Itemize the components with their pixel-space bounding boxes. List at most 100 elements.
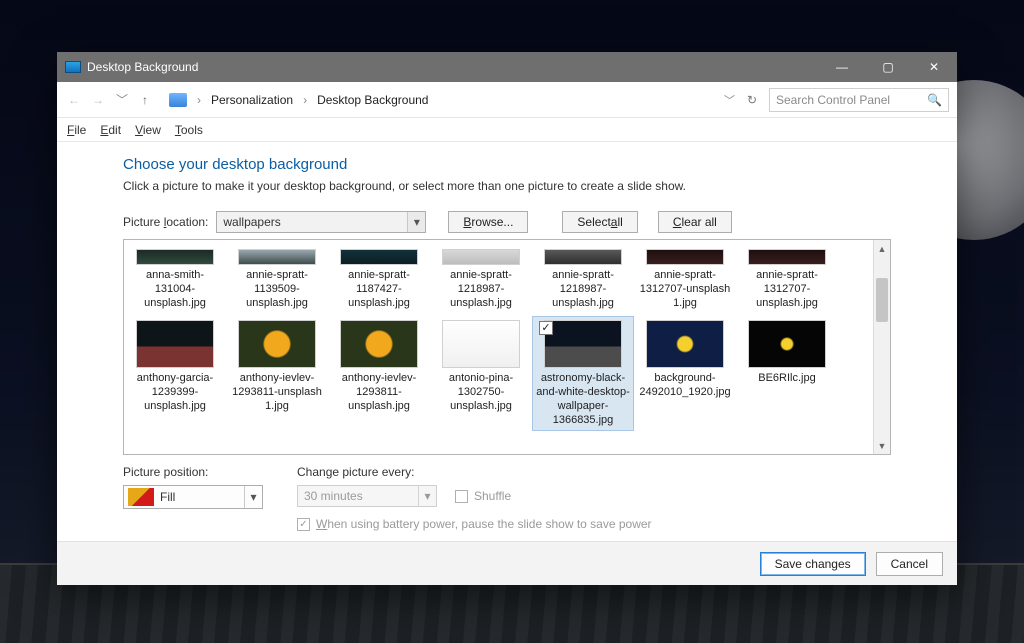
thumbnail-item[interactable]: ✓anthony-ievlev-1293811-unsplash 1.jpg	[227, 317, 327, 430]
cancel-button[interactable]: Cancel	[876, 552, 943, 576]
thumbnail-image	[544, 320, 622, 368]
up-button[interactable]: ↑	[137, 93, 153, 107]
forward-button[interactable]: →	[89, 93, 107, 107]
select-all-button[interactable]: Select all	[562, 211, 637, 233]
change-every-value: 30 minutes	[304, 489, 363, 503]
search-input[interactable]: Search Control Panel 🔍	[769, 88, 949, 112]
thumbnail-caption: annie-spratt-1218987-unsplash.jpg	[434, 269, 528, 310]
app-icon	[65, 61, 81, 73]
picture-location-label: Picture location:	[123, 215, 208, 229]
page-title: Choose your desktop background	[123, 156, 891, 173]
thumbnail-image	[646, 249, 724, 265]
thumbnail-item[interactable]: ✓annie-spratt-1312707-unsplash.jpg	[737, 246, 837, 313]
thumbnail-item[interactable]: ✓background-2492010_1920.jpg	[635, 317, 735, 430]
thumbnail-item[interactable]: ✓antonio-pina-1302750-unsplash.jpg	[431, 317, 531, 430]
menu-edit[interactable]: Edit	[100, 123, 121, 137]
picture-position-value: Fill	[160, 490, 175, 504]
minimize-button[interactable]: —	[819, 52, 865, 82]
thumbnail-item[interactable]: ✓annie-spratt-1139509-unsplash.jpg	[227, 246, 327, 313]
thumbnail-item[interactable]: ✓annie-spratt-1312707-unsplash 1.jpg	[635, 246, 735, 313]
save-changes-button[interactable]: Save changes	[760, 552, 866, 576]
thumbnail-image	[238, 320, 316, 368]
scroll-down[interactable]: ▼	[874, 437, 890, 454]
back-button[interactable]: ←	[65, 93, 83, 107]
crumb-desktop-background[interactable]: Desktop Background	[317, 93, 428, 107]
thumbnail-image	[442, 249, 520, 265]
picture-position-label: Picture position:	[123, 465, 263, 479]
position-preview-icon	[128, 488, 154, 506]
scroll-up[interactable]: ▲	[874, 240, 890, 257]
chevron-right-icon: ›	[299, 93, 311, 107]
thumbnail-caption: astronomy-black-and-white-desktop-wallpa…	[536, 372, 630, 427]
thumbnail-image	[340, 249, 418, 265]
titlebar[interactable]: Desktop Background — ▢ ✕	[57, 52, 957, 82]
thumbnail-caption: BE6RIlc.jpg	[740, 372, 834, 386]
thumbnail-image	[238, 249, 316, 265]
nav-row: ← → ﹀ ↑ › Personalization › Desktop Back…	[57, 82, 957, 118]
footer: Save changes Cancel	[57, 541, 957, 585]
thumbnail-caption: annie-spratt-1139509-unsplash.jpg	[230, 269, 324, 310]
desktop-background-window: Desktop Background — ▢ ✕ ← → ﹀ ↑ › Perso…	[57, 52, 957, 585]
gallery: ✓anna-smith-131004-unsplash.jpg✓annie-sp…	[123, 239, 891, 455]
thumbnail-image	[340, 320, 418, 368]
thumbnail-image	[748, 320, 826, 368]
thumbnail-caption: anna-smith-131004-unsplash.jpg	[128, 269, 222, 310]
chevron-down-icon: ▾	[244, 486, 262, 508]
thumbnail-image	[646, 320, 724, 368]
page-subtitle: Click a picture to make it your desktop …	[123, 179, 891, 193]
picture-location-value: wallpapers	[223, 215, 280, 229]
scroll-thumb[interactable]	[876, 278, 888, 322]
thumbnail-item[interactable]: ✓BE6RIlc.jpg	[737, 317, 837, 430]
thumbnail-item[interactable]: ✓anna-smith-131004-unsplash.jpg	[125, 246, 225, 313]
thumbnail-item[interactable]: ✓anthony-ievlev-1293811-unsplash.jpg	[329, 317, 429, 430]
search-icon: 🔍	[927, 93, 942, 107]
thumbnail-item[interactable]: ✓ astronomy-black-and-white-desktop-wallp…	[533, 317, 633, 430]
thumbnail-caption: anthony-ievlev-1293811-unsplash 1.jpg	[230, 372, 324, 413]
thumbnail-item[interactable]: ✓annie-spratt-1187427-unsplash.jpg	[329, 246, 429, 313]
clear-all-button[interactable]: Clear all	[658, 211, 732, 233]
menu-view[interactable]: View	[135, 123, 161, 137]
thumbnail-image	[136, 320, 214, 368]
recent-dropdown[interactable]: ﹀	[113, 91, 131, 108]
thumbnail-caption: annie-spratt-1187427-unsplash.jpg	[332, 269, 426, 310]
thumbnail-item[interactable]: ✓annie-spratt-1218987-unsplash.jpg	[431, 246, 531, 313]
thumbnail-caption: annie-spratt-1312707-unsplash 1.jpg	[638, 269, 732, 310]
maximize-button[interactable]: ▢	[865, 52, 911, 82]
chevron-right-icon: ›	[193, 93, 205, 107]
close-button[interactable]: ✕	[911, 52, 957, 82]
menubar: File Edit View Tools	[57, 118, 957, 142]
picture-position-combo[interactable]: Fill ▾	[123, 485, 263, 509]
change-every-combo: 30 minutes ▾	[297, 485, 437, 507]
thumbnail-caption: annie-spratt-1312707-unsplash.jpg	[740, 269, 834, 310]
thumbnail-caption: annie-spratt-1218987-unsplash.jpg	[536, 269, 630, 310]
thumbnail-item[interactable]: ✓anthony-garcia-1239399-unsplash.jpg	[125, 317, 225, 430]
thumbnail-caption: anthony-ievlev-1293811-unsplash.jpg	[332, 372, 426, 413]
thumbnail-image	[442, 320, 520, 368]
thumbnail-caption: anthony-garcia-1239399-unsplash.jpg	[128, 372, 222, 413]
crumb-personalization[interactable]: Personalization	[211, 93, 293, 107]
chevron-down-icon: ▾	[418, 486, 436, 506]
change-every-label: Change picture every:	[297, 465, 652, 479]
refresh-button[interactable]: ↻	[741, 93, 763, 107]
menu-tools[interactable]: Tools	[175, 123, 203, 137]
battery-checkbox: ✓	[297, 518, 310, 531]
shuffle-checkbox	[455, 490, 468, 503]
check-icon: ✓	[539, 321, 553, 335]
picture-location-combo[interactable]: wallpapers ▾	[216, 211, 426, 233]
thumbnail-image	[748, 249, 826, 265]
search-placeholder: Search Control Panel	[776, 93, 890, 107]
thumbnail-caption: background-2492010_1920.jpg	[638, 372, 732, 400]
addr-dropdown[interactable]: ﹀	[724, 92, 735, 108]
window-title: Desktop Background	[87, 60, 198, 74]
shuffle-label: Shuffle	[474, 489, 511, 503]
thumbnail-image	[544, 249, 622, 265]
browse-button[interactable]: Browse...	[448, 211, 528, 233]
thumbnail-item[interactable]: ✓annie-spratt-1218987-unsplash.jpg	[533, 246, 633, 313]
battery-label: When using battery power, pause the slid…	[316, 517, 652, 531]
folder-icon	[169, 93, 187, 107]
scrollbar[interactable]: ▲ ▼	[873, 240, 890, 454]
chevron-down-icon: ▾	[407, 212, 425, 232]
thumbnail-caption: antonio-pina-1302750-unsplash.jpg	[434, 372, 528, 413]
thumbnail-image	[136, 249, 214, 265]
menu-file[interactable]: File	[67, 123, 86, 137]
